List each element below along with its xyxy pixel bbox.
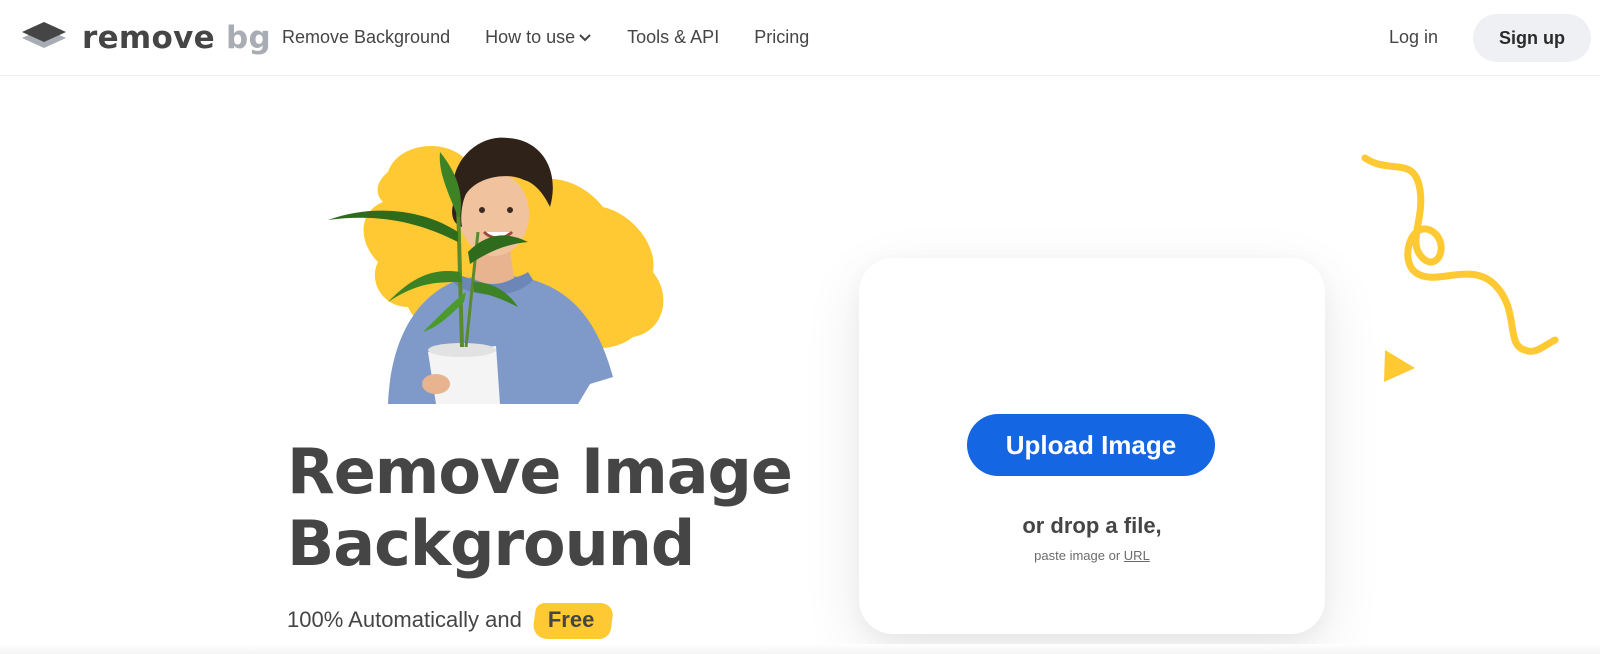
- nav-how-to-use[interactable]: How to use: [485, 24, 592, 50]
- logo-word-bg: bg: [226, 19, 272, 56]
- url-link[interactable]: URL: [1124, 548, 1150, 563]
- nav-tools-api-label: Tools & API: [627, 27, 720, 47]
- logo-wordmark: remove bg: [82, 19, 272, 56]
- drop-file-text: or drop a file,: [1022, 513, 1162, 538]
- nav-remove-background[interactable]: Remove Background: [282, 24, 450, 50]
- hero-subline-text: 100% Automatically and: [287, 607, 522, 632]
- main-nav: Remove Background How to use Tools & API…: [282, 24, 844, 50]
- top-navigation-bar: remove bg Remove Background How to use T…: [0, 0, 1600, 76]
- chevron-down-icon: [579, 34, 591, 42]
- nav-pricing[interactable]: Pricing: [754, 24, 809, 50]
- logo-link[interactable]: remove bg: [20, 18, 271, 58]
- nav-remove-background-label: Remove Background: [282, 27, 451, 47]
- paste-prefix-text: paste image or: [1034, 548, 1121, 563]
- decorative-squiggle-icon: [1361, 154, 1559, 382]
- paste-image-text: paste image or URL: [859, 548, 1325, 563]
- decorative-triangle-icon: [1384, 350, 1415, 382]
- signup-button[interactable]: Sign up: [1473, 14, 1591, 62]
- hero-person-with-plant-image: [328, 137, 664, 404]
- hero-headline-line1: Remove Image: [287, 435, 793, 508]
- bottom-fade: [0, 644, 1600, 654]
- nav-tools-api[interactable]: Tools & API: [627, 24, 719, 50]
- hero-headline: Remove Image Background: [287, 436, 847, 580]
- upload-card[interactable]: Upload Image or drop a file, paste image…: [859, 258, 1325, 634]
- hero-subline: 100% Automatically and Free: [287, 605, 608, 635]
- upload-image-button[interactable]: Upload Image: [967, 414, 1215, 476]
- free-highlight-badge: Free: [534, 605, 608, 635]
- hero-headline-line2: Background: [287, 507, 695, 580]
- layers-logo-icon: [22, 22, 66, 48]
- nav-how-to-use-label: How to use: [485, 27, 576, 47]
- logo-word-remove: remove: [82, 19, 215, 56]
- nav-pricing-label: Pricing: [754, 27, 810, 47]
- login-link[interactable]: Log in: [1389, 24, 1438, 50]
